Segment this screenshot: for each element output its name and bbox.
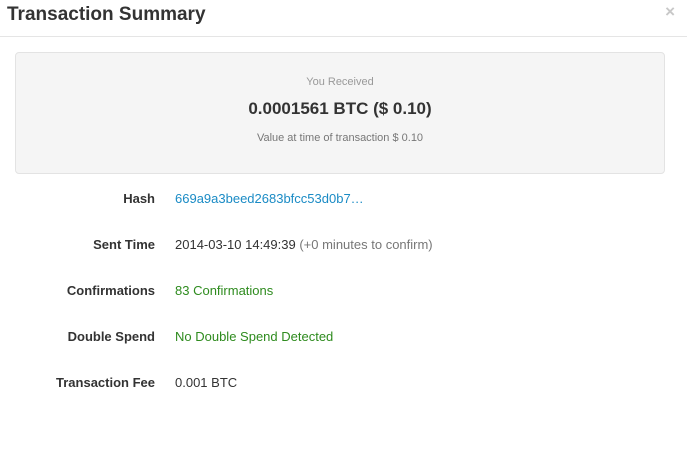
sent-time-value: 2014-03-10 14:49:39 (+0 minutes to confi… bbox=[175, 234, 433, 256]
detail-row-double-spend: Double Spend No Double Spend Detected bbox=[0, 326, 687, 372]
transaction-details: Hash 669a9a3beed2683bfcc53d0b7… Sent Tim… bbox=[0, 188, 687, 418]
fee-label: Transaction Fee bbox=[56, 375, 155, 390]
close-icon[interactable]: × bbox=[665, 2, 675, 22]
received-label: You Received bbox=[306, 76, 374, 88]
modal-header: Transaction Summary × bbox=[0, 0, 687, 37]
detail-row-hash: Hash 669a9a3beed2683bfcc53d0b7… bbox=[0, 188, 687, 234]
transaction-summary-modal: Transaction Summary × You Received 0.000… bbox=[0, 0, 687, 476]
fee-value: 0.001 BTC bbox=[175, 375, 238, 390]
modal-title: Transaction Summary bbox=[7, 4, 206, 25]
received-amount: 0.0001561 BTC ($ 0.10) bbox=[248, 99, 432, 118]
hash-link[interactable]: 669a9a3beed2683bfcc53d0b7… bbox=[175, 191, 364, 206]
double-spend-label: Double Spend bbox=[67, 329, 155, 344]
hash-value: 669a9a3beed2683bfcc53d0b7… bbox=[175, 188, 364, 210]
detail-row-confirmations: Confirmations 83 Confirmations bbox=[0, 280, 687, 326]
confirm-time-note: (+0 minutes to confirm) bbox=[299, 237, 433, 252]
confirmations-label: Confirmations bbox=[66, 283, 155, 298]
received-summary-panel: You Received 0.0001561 BTC ($ 0.10) Valu… bbox=[15, 52, 665, 174]
value-at-time-note: Value at time of transaction $ 0.10 bbox=[256, 132, 424, 144]
detail-row-sent-time: Sent Time 2014-03-10 14:49:39 (+0 minute… bbox=[0, 234, 687, 280]
double-spend-value: No Double Spend Detected bbox=[175, 329, 334, 344]
confirmations-value: 83 Confirmations bbox=[175, 283, 274, 298]
sent-time-timestamp: 2014-03-10 14:49:39 bbox=[175, 237, 296, 252]
detail-row-fee: Transaction Fee 0.001 BTC bbox=[0, 372, 687, 418]
sent-time-label: Sent Time bbox=[93, 237, 155, 252]
hash-label: Hash bbox=[123, 191, 155, 206]
